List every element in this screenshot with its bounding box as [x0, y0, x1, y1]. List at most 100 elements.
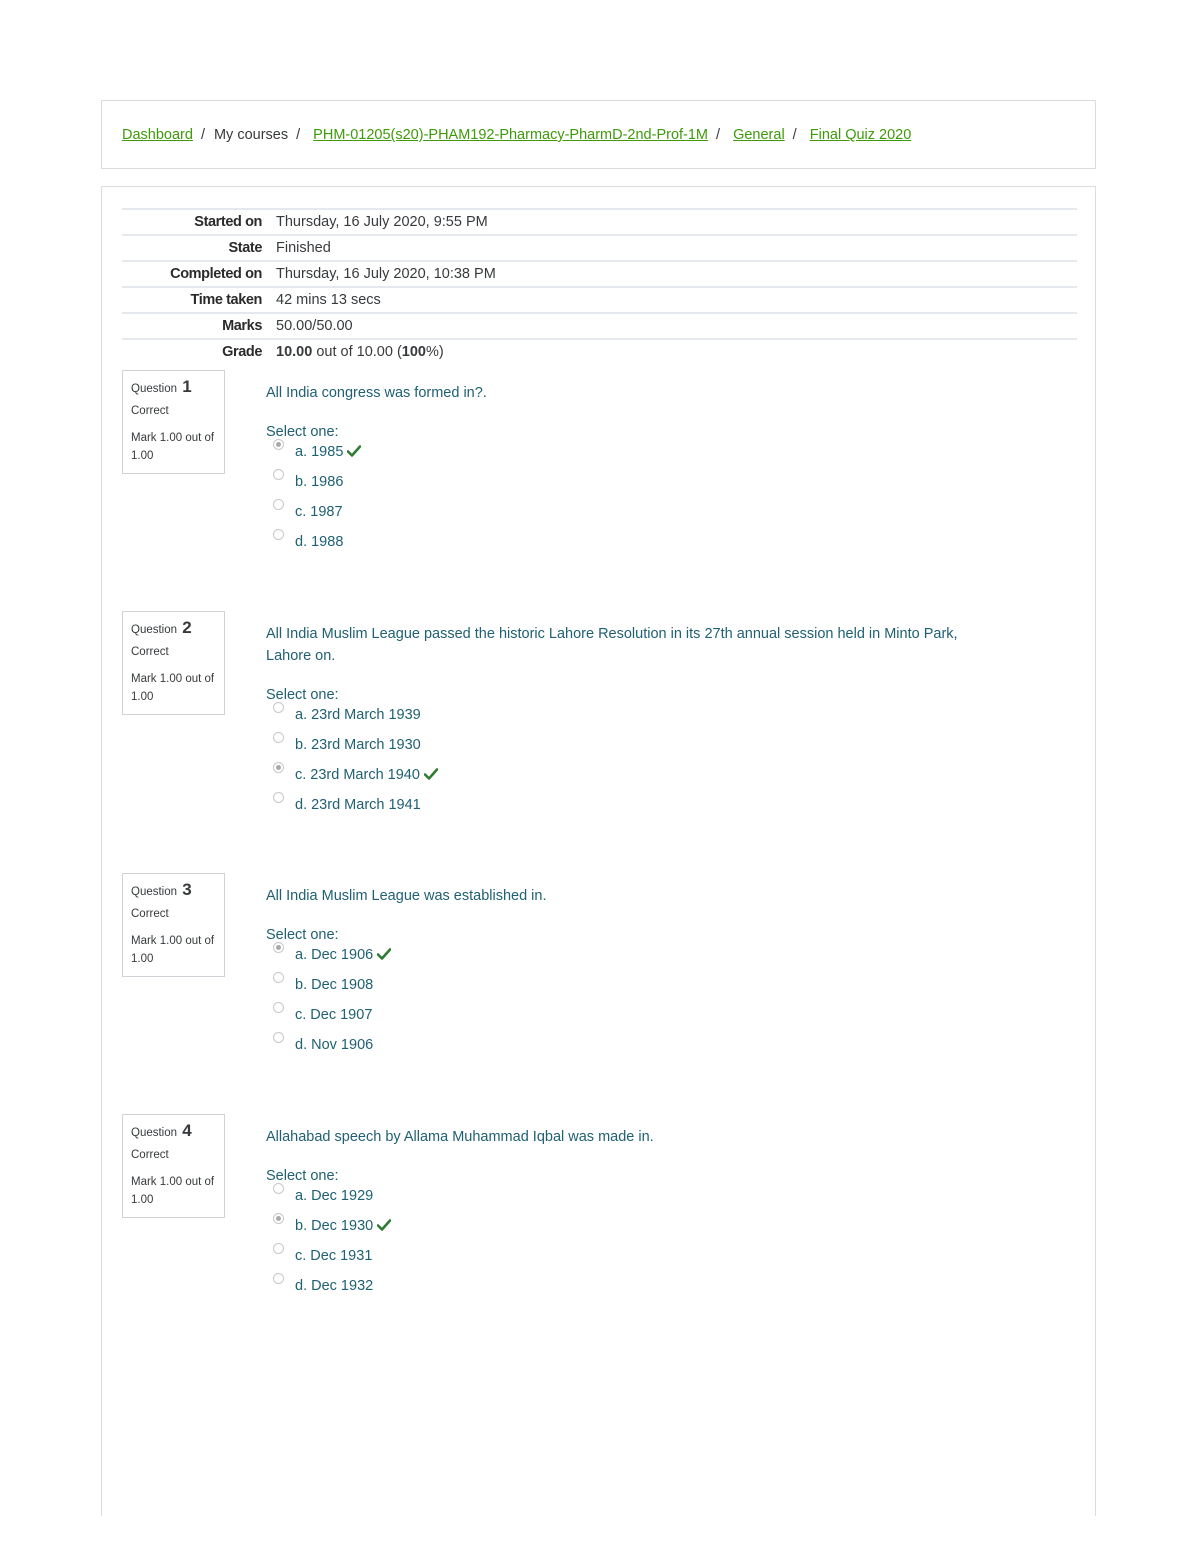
breadcrumb-course[interactable]: PHM-01205(s20)-PHAM192-Pharmacy-PharmD-2… [313, 127, 708, 143]
grade-end: %) [425, 344, 444, 360]
breadcrumb-final-quiz[interactable]: Final Quiz 2020 [810, 127, 912, 143]
radio-button[interactable] [273, 792, 284, 803]
breadcrumb-my-courses: My courses [213, 127, 289, 143]
summary-row-grade: Grade 10.00 out of 10.00 (100%) [122, 339, 1077, 364]
correct-check-icon [376, 1218, 392, 1236]
question-number-value: 3 [182, 880, 192, 899]
select-one-prompt: Select one: [266, 687, 339, 703]
question-grade: Mark 1.00 out of 1.00 [131, 1176, 215, 1206]
summary-row-completed-on: Completed on Thursday, 16 July 2020, 10:… [122, 261, 1077, 287]
answer-label: b. 23rd March 1930 [295, 737, 421, 753]
radio-button[interactable] [273, 762, 284, 773]
question-label: Question [131, 1127, 178, 1139]
question-text: All India Muslim League was established … [266, 888, 547, 904]
answer-label: d. Dec 1932 [295, 1278, 374, 1294]
question-content: All India congress was formed in?. Select… [266, 382, 986, 563]
radio-button[interactable] [273, 732, 284, 743]
radio-button[interactable] [273, 972, 284, 983]
answer-option[interactable]: d. 23rd March 1941 [266, 792, 986, 826]
question-info-box: Question 2 Correct Mark 1.00 out of 1.00 [122, 611, 225, 715]
summary-value: Thursday, 16 July 2020, 9:55 PM [276, 214, 488, 230]
answer-option[interactable]: b. Dec 1908 [266, 972, 986, 1006]
breadcrumb-separator: / [792, 127, 797, 143]
question-content: Allahabad speech by Allama Muhammad Iqba… [266, 1126, 986, 1307]
correct-check-icon [347, 444, 362, 462]
question-number: Question 2 [131, 618, 216, 638]
answer-label: c. 1987 [295, 504, 343, 520]
breadcrumb: Dashboard / My courses / PHM-01205(s20)-PHA… [122, 127, 911, 143]
attempt-summary-table: Started on Thursday, 16 July 2020, 9:55 … [122, 208, 1077, 364]
answer-option[interactable]: d. 1988 [266, 529, 986, 563]
summary-label: Time taken [190, 292, 263, 308]
answer-option[interactable]: a. 1985 [266, 439, 986, 473]
answer-label: a. Dec 1929 [295, 1188, 374, 1204]
breadcrumb-general[interactable]: General [733, 127, 785, 143]
question-info-box: Question 3 Correct Mark 1.00 out of 1.00 [122, 873, 225, 977]
radio-button[interactable] [273, 499, 284, 510]
answer-list: a. Dec 1929 b. Dec 1930 c. Dec 1931 d. Dec … [266, 1183, 986, 1307]
answer-label: a. Dec 1906 [295, 947, 374, 963]
radio-button[interactable] [273, 1183, 284, 1194]
summary-value: 50.00/50.00 [276, 318, 353, 334]
summary-label: Grade [222, 344, 262, 360]
question-number: Question 3 [131, 880, 216, 900]
radio-button[interactable] [273, 1213, 284, 1224]
question-number-value: 4 [182, 1121, 192, 1140]
answer-option[interactable]: c. Dec 1931 [266, 1243, 986, 1277]
radio-button[interactable] [273, 1273, 284, 1284]
quiz-review-panel: Started on Thursday, 16 July 2020, 9:55 … [101, 186, 1096, 1516]
answer-option[interactable]: c. 1987 [266, 499, 986, 533]
select-one-prompt: Select one: [266, 424, 339, 440]
breadcrumb-separator: / [296, 127, 301, 143]
answer-option[interactable]: c. 23rd March 1940 [266, 762, 986, 796]
answer-label: c. Dec 1907 [295, 1007, 373, 1023]
question-info-box: Question 4 Correct Mark 1.00 out of 1.00 [122, 1114, 225, 1218]
radio-button[interactable] [273, 1032, 284, 1043]
breadcrumb-separator: / [200, 127, 205, 143]
answer-label: d. Nov 1906 [295, 1037, 374, 1053]
answer-list: a. 23rd March 1939 b. 23rd March 1930 c. 2… [266, 702, 986, 826]
answer-option[interactable]: a. Dec 1929 [266, 1183, 986, 1217]
question-grade: Mark 1.00 out of 1.00 [131, 673, 215, 703]
radio-button[interactable] [273, 702, 284, 713]
question-number: Question 4 [131, 1121, 216, 1141]
summary-row-started-on: Started on Thursday, 16 July 2020, 9:55 … [122, 209, 1077, 235]
question-number-value: 2 [182, 618, 192, 637]
grade-percent: 100 [401, 344, 426, 360]
answer-option[interactable]: a. 23rd March 1939 [266, 702, 986, 736]
question-text: Allahabad speech by Allama Muhammad Iqba… [266, 1129, 654, 1145]
answer-option[interactable]: d. Dec 1932 [266, 1273, 986, 1307]
question-number-value: 1 [182, 377, 192, 396]
answer-option[interactable]: b. Dec 1930 [266, 1213, 986, 1247]
radio-button[interactable] [273, 439, 284, 450]
answer-option[interactable]: a. Dec 1906 [266, 942, 986, 976]
question-state: Correct [131, 1149, 169, 1161]
answer-label: b. Dec 1908 [295, 977, 374, 993]
answer-option[interactable]: b. 1986 [266, 469, 986, 503]
summary-row-marks: Marks 50.00/50.00 [122, 313, 1077, 339]
answer-list: a. 1985 b. 1986 c. 1987 d. 1988 [266, 439, 986, 563]
answer-option[interactable]: d. Nov 1906 [266, 1032, 986, 1066]
radio-button[interactable] [273, 529, 284, 540]
answer-label: a. 23rd March 1939 [295, 707, 421, 723]
radio-button[interactable] [273, 1243, 284, 1254]
grade-score: 10.00 [276, 344, 313, 360]
radio-button[interactable] [273, 1002, 284, 1013]
answer-option[interactable]: b. 23rd March 1930 [266, 732, 986, 766]
question-content: All India Muslim League was established … [266, 885, 986, 1066]
question-state: Correct [131, 908, 169, 920]
breadcrumb-dashboard[interactable]: Dashboard [122, 127, 193, 143]
radio-button[interactable] [273, 942, 284, 953]
summary-value: 10.00 out of 10.00 (100%) [276, 339, 1077, 364]
question-label: Question [131, 886, 178, 898]
radio-button[interactable] [273, 469, 284, 480]
summary-label: Marks [222, 318, 262, 334]
answer-option[interactable]: c. Dec 1907 [266, 1002, 986, 1036]
summary-value: 42 mins 13 secs [276, 292, 381, 308]
breadcrumb-separator: / [716, 127, 721, 143]
question-content: All India Muslim League passed the histo… [266, 623, 986, 826]
question-label: Question [131, 383, 178, 395]
summary-value: Thursday, 16 July 2020, 10:38 PM [276, 266, 496, 282]
summary-label: Started on [194, 214, 262, 230]
answer-label: b. 1986 [295, 474, 344, 490]
